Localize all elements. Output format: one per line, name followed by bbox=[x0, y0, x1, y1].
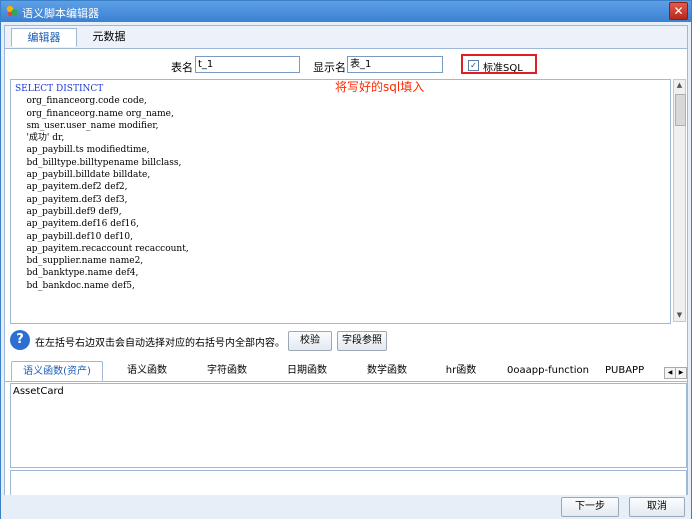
sql-text[interactable]: SELECT DISTINCT org_financeorg.code code… bbox=[11, 80, 670, 295]
tab-semantic-functions-asset[interactable]: 语义函数(资产) bbox=[11, 361, 103, 381]
validate-button[interactable]: 校验 bbox=[288, 331, 332, 351]
sql-editor[interactable]: SELECT DISTINCT org_financeorg.code code… bbox=[10, 79, 671, 324]
sql-line[interactable]: ap_payitem.def2 def2, bbox=[15, 181, 666, 193]
sql-line[interactable]: ap_payitem.def16 def16, bbox=[15, 218, 666, 230]
tab-metadata[interactable]: 元数据 bbox=[81, 28, 137, 47]
help-question-icon: ? bbox=[10, 330, 30, 350]
sql-line[interactable]: bd_billtype.billtypename billclass, bbox=[15, 157, 666, 169]
fill-sql-annotation: 将写好的sql填入 bbox=[335, 80, 425, 94]
scroll-up-arrow-icon[interactable]: ▲ bbox=[674, 80, 685, 91]
cancel-button[interactable]: 取消 bbox=[629, 497, 685, 517]
sql-line[interactable]: bd_bankdoc.name def5, bbox=[15, 280, 666, 292]
title-bar[interactable]: 语义脚本编辑器 ✕ bbox=[1, 1, 691, 22]
table-form-row: 表名 t_1 显示名 表_1 ✓ 标准SQL bbox=[5, 54, 687, 76]
sql-line[interactable]: ap_paybill.def9 def9, bbox=[15, 206, 666, 218]
sql-line[interactable]: sm_user.user_name modifier, bbox=[15, 120, 666, 132]
standard-sql-highlight: ✓ 标准SQL bbox=[461, 54, 537, 74]
tab-oaapp-function[interactable]: 0oaapp-function bbox=[499, 361, 597, 381]
sql-line[interactable]: org_financeorg.code code, bbox=[15, 95, 666, 107]
tab-hr-functions[interactable]: hr函数 bbox=[431, 361, 491, 381]
tab-semantic-functions[interactable]: 语义函数 bbox=[111, 361, 183, 381]
sql-line[interactable]: ap_paybill.ts modifiedtime, bbox=[15, 144, 666, 156]
top-tab-bar: 编辑器 元数据 bbox=[5, 26, 687, 49]
table-name-input[interactable]: t_1 bbox=[195, 56, 300, 73]
sql-vertical-scrollbar[interactable]: ▲ ▼ bbox=[673, 79, 686, 322]
sql-line[interactable]: ap_paybill.billdate billdate, bbox=[15, 169, 666, 181]
display-name-label: 显示名 bbox=[313, 61, 346, 74]
scroll-thumb[interactable] bbox=[675, 94, 686, 126]
tab-editor[interactable]: 编辑器 bbox=[11, 28, 77, 47]
bracket-hint-text: 在左括号右边双击会自动选择对应的右括号内全部内容。 bbox=[35, 338, 285, 349]
tab-pubapp[interactable]: PUBAPP bbox=[605, 361, 661, 381]
help-info-bar: ? 在左括号右边双击会自动选择对应的右括号内全部内容。 校验 字段参照 bbox=[5, 328, 687, 354]
sql-line[interactable]: ap_payitem.def3 def3, bbox=[15, 194, 666, 206]
script-editor-window: 语义脚本编辑器 ✕ 编辑器 元数据 表名 t_1 显示名 表_1 ✓ 标准SQL… bbox=[0, 0, 692, 519]
window-title: 语义脚本编辑器 bbox=[22, 7, 99, 20]
sql-line[interactable]: '成功' dr, bbox=[15, 132, 666, 144]
sql-line[interactable]: bd_banktype.name def4, bbox=[15, 267, 666, 279]
sql-line[interactable]: bd_supplier.name name2, bbox=[15, 255, 666, 267]
close-button[interactable]: ✕ bbox=[669, 2, 688, 20]
footer-bar: 下一步 取消 bbox=[1, 495, 691, 519]
sql-line[interactable]: org_financeorg.name org_name, bbox=[15, 108, 666, 120]
list-item[interactable]: AssetCard bbox=[13, 386, 64, 397]
tab-string-functions[interactable]: 字符函数 bbox=[191, 361, 263, 381]
standard-sql-checkbox[interactable]: ✓ bbox=[468, 60, 479, 71]
function-tab-bar: 语义函数(资产) 语义函数 字符函数 日期函数 数学函数 hr函数 0oaapp… bbox=[5, 361, 687, 382]
standard-sql-label: 标准SQL bbox=[483, 63, 523, 74]
next-step-button[interactable]: 下一步 bbox=[561, 497, 619, 517]
tab-scroll-right-icon[interactable]: ▶ bbox=[675, 367, 687, 379]
sql-line[interactable]: ap_paybill.def10 def10, bbox=[15, 231, 666, 243]
main-panel: 编辑器 元数据 表名 t_1 显示名 表_1 ✓ 标准SQL SELECT DI… bbox=[4, 25, 688, 516]
display-name-input[interactable]: 表_1 bbox=[347, 56, 443, 73]
tab-date-functions[interactable]: 日期函数 bbox=[271, 361, 343, 381]
sql-line[interactable]: ap_payitem.recaccount recaccount, bbox=[15, 243, 666, 255]
field-reference-button[interactable]: 字段参照 bbox=[337, 331, 387, 351]
scroll-down-arrow-icon[interactable]: ▼ bbox=[674, 310, 685, 321]
app-logo-icon bbox=[6, 5, 18, 17]
tab-math-functions[interactable]: 数学函数 bbox=[351, 361, 423, 381]
function-list[interactable]: AssetCard bbox=[10, 383, 687, 468]
table-name-label: 表名 bbox=[171, 61, 193, 74]
